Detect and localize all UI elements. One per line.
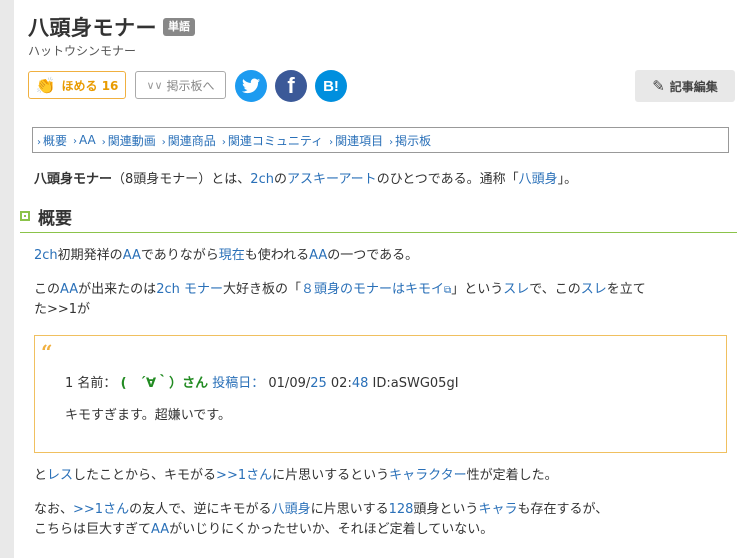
caret-right-icon: › [389,136,394,148]
caret-right-icon: › [73,136,78,147]
toc-item[interactable]: › 関連項目 [329,132,383,149]
go-to-board-button[interactable]: ∨∨ 掲示板へ [135,71,226,99]
caret-right-icon: › [161,136,166,148]
external-thread-link[interactable]: ８頭身のモナーはキモイ⧉ [301,282,451,297]
toc-item[interactable]: › AA [73,133,96,147]
section-marker-icon [20,211,30,221]
praise-label: ほめる 16 [61,78,119,93]
time-link[interactable]: 48 [352,376,369,391]
caret-right-icon: › [329,136,334,148]
hatena-bookmark-button[interactable]: B! [315,70,347,102]
quote-mark-icon: “ [41,340,53,364]
facebook-f-icon: f [287,73,295,98]
edit-article-label: 記事編集 [669,79,718,94]
toc-item[interactable]: › 関連動画 [102,132,156,149]
edit-article-button[interactable]: ✎ 記事編集 [635,70,735,102]
twitter-bird-icon [242,78,260,94]
paragraph-3: とレスしたことから、キモがる>>1さんに片思いするというキャラクター性が定着した… [34,468,558,483]
posted-date-label[interactable]: 投稿日： [212,376,264,391]
post-meta: 1 名前： ( ´∀｀）さん 投稿日： 01/09/25 02:48 ID:aS… [65,376,459,391]
title-row: 八頭身モナー 単語 [28,12,195,42]
paragraph-4: なお、>>1さんの友人で、逆にキモがる八頭身に片思いする128頭身というキャラも… [34,502,609,517]
hatena-b-icon: B! [323,77,339,95]
left-margin-bar [0,0,14,558]
name-label: 名前： [77,376,117,391]
link-ascii-art[interactable]: アスキーアート [287,172,377,187]
title-reading: ハットウシンモナー [28,44,137,58]
post-number: 1 [65,376,74,391]
paragraph-2-line-2: た>>1が [34,302,91,317]
link-2ch[interactable]: 2ch [250,172,274,187]
paragraph-1: 2ch初期発祥のAAでありながら現在も使われるAAの一つである。 [34,248,419,263]
quoted-post: “ 1 名前： ( ´∀｀）さん 投稿日： 01/09/25 02:48 ID:… [34,335,727,453]
page-title: 八頭身モナー [28,16,157,40]
poster-id: ID:aSWG05gI [372,376,459,391]
toc-item[interactable]: › 概要 [37,132,67,149]
caret-right-icon: › [37,136,41,148]
twitter-share-button[interactable] [235,70,267,102]
action-bar: 👏 ほめる 16 ∨∨ 掲示板へ f B! ✎ 記事編集 [28,70,735,104]
clap-hands-icon: 👏 [35,75,56,95]
section-heading-overview: 概要 [20,204,737,233]
toc-item[interactable]: › 掲示板 [389,132,431,149]
intro-paragraph: 八頭身モナー（8頭身モナー）とは、2chのアスキーアートのひとつである。通称「八… [34,172,578,187]
paragraph-4-line-2: こちらは巨大すぎてAAがいじりにくかったせいか、それほど定着していない。 [34,522,494,537]
word-tag-badge: 単語 [163,18,195,36]
caret-right-icon: › [101,136,106,148]
toc-item[interactable]: › 関連商品 [162,132,216,149]
post-body: キモすぎます。超嫌いです。 [65,408,232,423]
paragraph-2: このAAが出来たのは2ch モナー大好き板の「８頭身のモナーはキモイ⧉」というス… [34,282,646,297]
caret-right-icon: › [221,136,226,148]
praise-button[interactable]: 👏 ほめる 16 [28,71,126,99]
date-link[interactable]: 25 [310,376,327,391]
go-to-board-label: 掲示板へ [166,78,215,93]
facebook-share-button[interactable]: f [275,70,307,102]
poster-name: ( ´∀｀）さん [120,376,209,391]
toc-item[interactable]: › 関連コミュニティ [222,132,323,149]
link-hattoushin[interactable]: 八頭身 [519,172,558,187]
table-of-contents: › 概要 › AA › 関連動画 › 関連商品 › 関連コミュニティ › 関連項目 › 掲示板 [32,127,729,153]
double-chevron-down-icon: ∨∨ [146,78,163,92]
pencil-icon: ✎ [652,77,665,95]
